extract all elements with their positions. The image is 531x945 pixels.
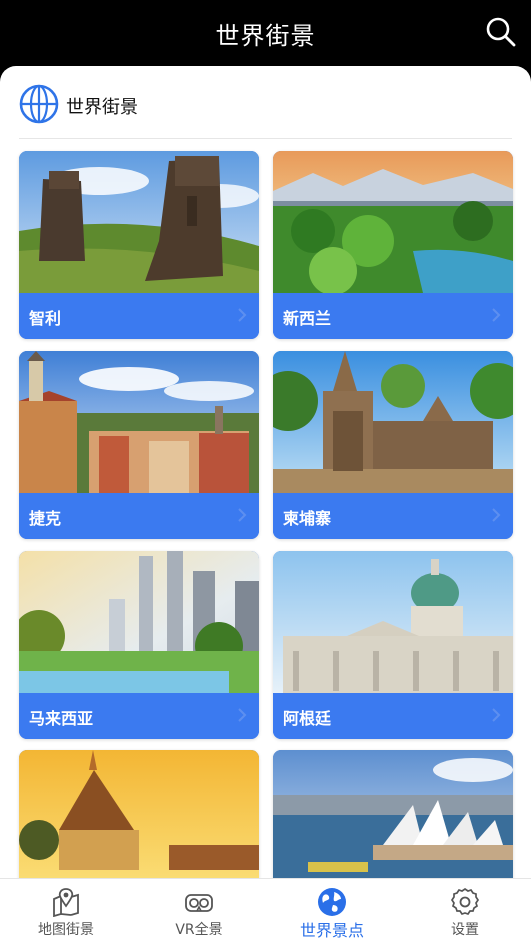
tab-world-attractions[interactable]: 世界景点 xyxy=(266,879,398,945)
card-label-bar: 马来西亚 xyxy=(19,693,259,739)
destination-photo xyxy=(19,750,259,892)
tab-label: 世界景点 xyxy=(299,921,364,940)
top-bar: 世界街景 xyxy=(0,0,531,66)
destination-photo xyxy=(273,151,513,293)
chevron-right-icon xyxy=(238,508,247,522)
bottom-tab-bar: 地图街景 VR全景 世界景点 设置 xyxy=(0,878,531,945)
section-title: 世界街景 xyxy=(66,97,138,118)
page-title: 世界街景 xyxy=(215,22,316,50)
chevron-right-icon xyxy=(492,708,501,722)
chevron-right-icon xyxy=(492,308,501,322)
destination-name: 智利 xyxy=(29,309,62,328)
search-icon[interactable] xyxy=(485,16,517,48)
destination-card-czech[interactable]: 捷克 xyxy=(19,351,259,539)
tab-label: 设置 xyxy=(451,922,479,938)
destination-card-malaysia[interactable]: 马来西亚 xyxy=(19,551,259,739)
destination-name: 阿根廷 xyxy=(283,709,332,728)
destination-card-argentina[interactable]: 阿根廷 xyxy=(273,551,513,739)
section-header: 世界街景 xyxy=(19,84,512,139)
destination-photo xyxy=(19,551,259,693)
map-pin-icon xyxy=(53,888,79,917)
destination-card-chile[interactable]: 智利 xyxy=(19,151,259,339)
chevron-right-icon xyxy=(238,708,247,722)
gear-icon xyxy=(450,887,480,916)
destination-name: 马来西亚 xyxy=(29,709,94,728)
card-label-bar: 阿根廷 xyxy=(273,693,513,739)
destination-name: 柬埔寨 xyxy=(283,509,332,528)
destination-name: 新西兰 xyxy=(283,309,332,328)
globe-icon xyxy=(19,84,59,124)
card-label-bar: 智利 xyxy=(19,293,259,339)
tab-label: 地图街景 xyxy=(38,922,94,938)
destination-card-cambodia[interactable]: 柬埔寨 xyxy=(273,351,513,539)
destination-photo xyxy=(273,750,513,892)
tab-label: VR全景 xyxy=(175,922,223,938)
tab-vr-panorama[interactable]: VR全景 xyxy=(133,879,265,945)
globe-icon xyxy=(318,888,346,916)
card-label-bar: 新西兰 xyxy=(273,293,513,339)
card-label-bar: 捷克 xyxy=(19,493,259,539)
destination-name: 捷克 xyxy=(29,509,62,528)
destination-photo xyxy=(273,351,513,493)
destination-card-new-zealand[interactable]: 新西兰 xyxy=(273,151,513,339)
tab-settings[interactable]: 设置 xyxy=(399,879,531,945)
destination-photo xyxy=(19,351,259,493)
chevron-right-icon xyxy=(238,308,247,322)
card-label-bar: 柬埔寨 xyxy=(273,493,513,539)
tab-map-street-view[interactable]: 地图街景 xyxy=(0,879,132,945)
destination-photo xyxy=(19,151,259,293)
content-sheet: 世界街景 智利 新西兰 捷克 柬埔寨 马来西亚 阿根廷 xyxy=(0,66,531,944)
destination-photo xyxy=(273,551,513,693)
vr-goggles-icon xyxy=(185,894,213,912)
chevron-right-icon xyxy=(492,508,501,522)
